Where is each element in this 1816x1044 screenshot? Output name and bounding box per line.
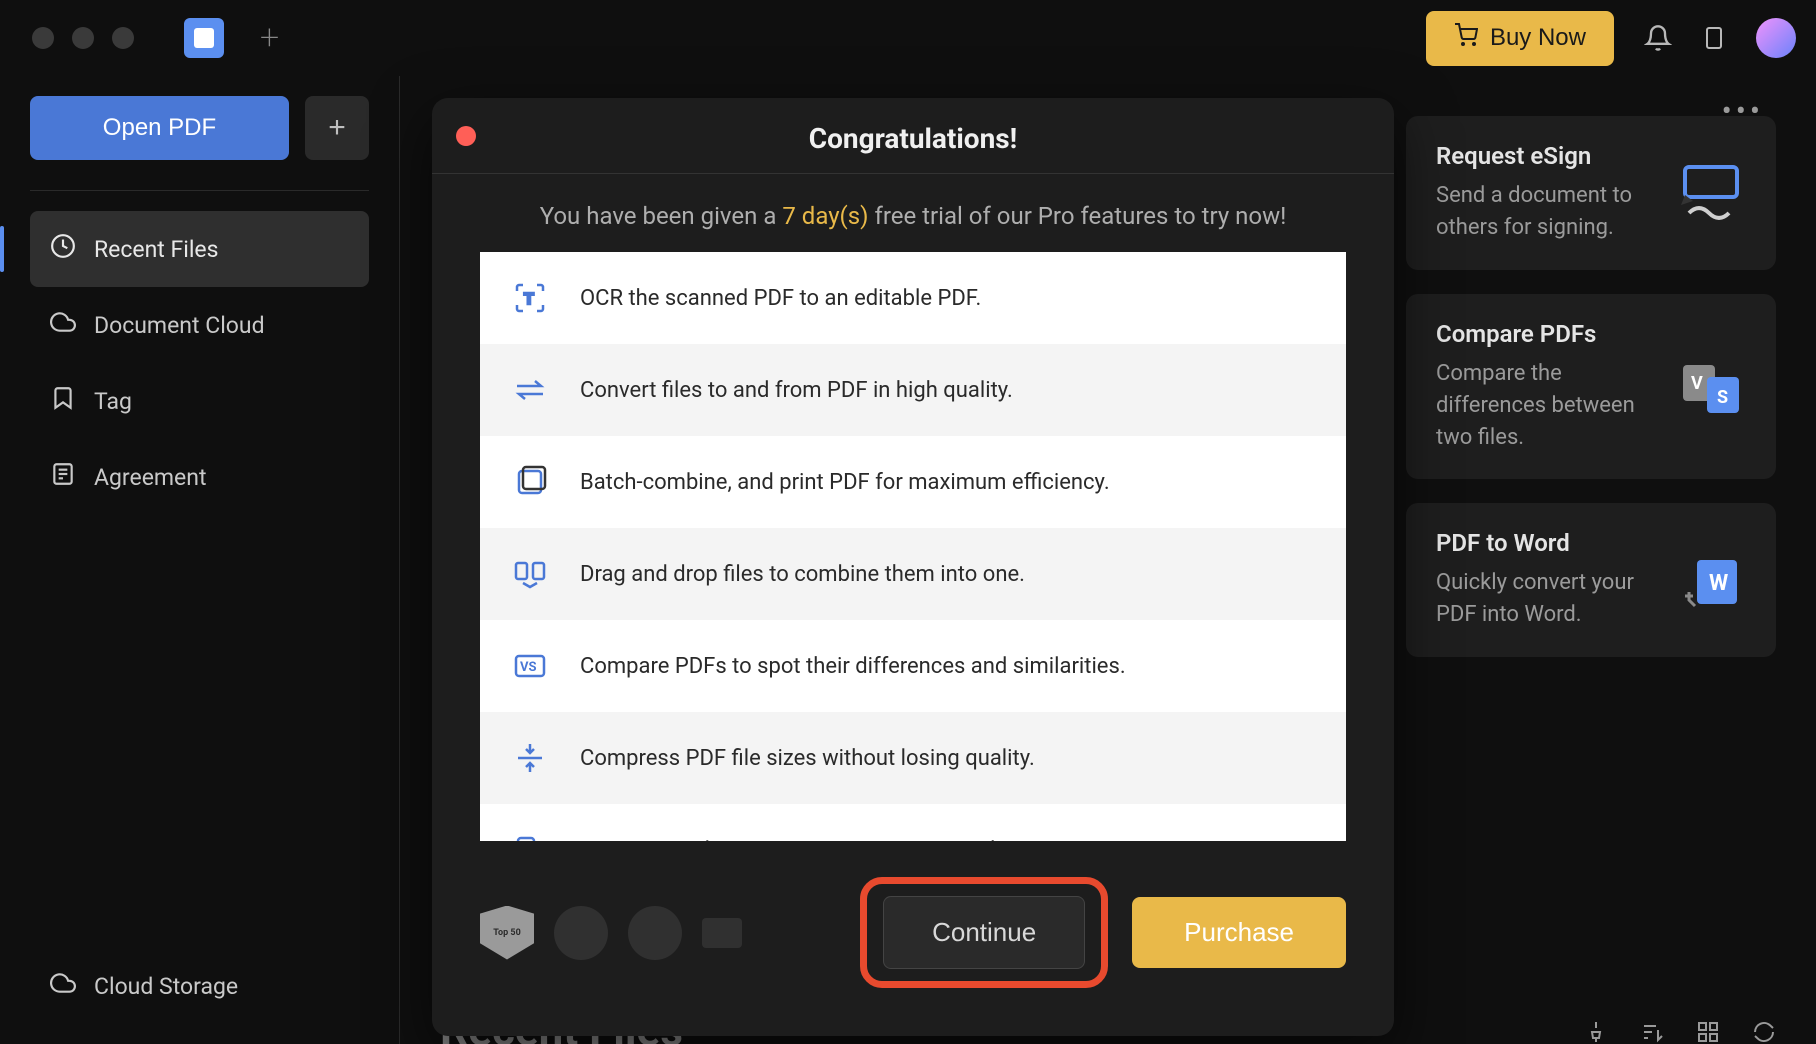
- app-logo-icon: [184, 18, 224, 58]
- batch-icon: [510, 462, 550, 502]
- window-controls: [32, 27, 134, 49]
- modal-footer: Top 50 Continue Purchase: [432, 841, 1394, 1036]
- feature-cards: Request eSign Send a document to others …: [1406, 116, 1776, 657]
- feature-row-compress: Compress PDF file sizes without losing q…: [480, 712, 1346, 804]
- sidebar-item-label: Agreement: [94, 464, 206, 491]
- svg-text:VS: VS: [520, 660, 537, 675]
- pin-icon[interactable]: [1584, 1020, 1608, 1044]
- modal-close-button[interactable]: [456, 126, 476, 146]
- sidebar-item-cloud-storage[interactable]: Cloud Storage: [30, 948, 369, 1024]
- esign-icon: [1676, 142, 1746, 244]
- compare-icon: VS: [1676, 320, 1746, 454]
- sidebar: Open PDF + Recent Files Document Cloud T…: [0, 76, 400, 1044]
- title-bar: + Buy Now: [0, 0, 1816, 76]
- word-icon: W: [1676, 529, 1746, 631]
- sidebar-item-label: Cloud Storage: [94, 973, 238, 1000]
- refresh-icon[interactable]: [1752, 1020, 1776, 1044]
- combine-icon: [510, 554, 550, 594]
- mobile-icon[interactable]: [1702, 24, 1726, 52]
- svg-text:V: V: [1691, 373, 1703, 394]
- svg-text:T: T: [524, 291, 534, 308]
- grid-icon[interactable]: [1696, 1020, 1720, 1044]
- sort-icon[interactable]: [1640, 1020, 1664, 1044]
- user-avatar[interactable]: [1756, 18, 1796, 58]
- feature-row-convert: Convert files to and from PDF in high qu…: [480, 344, 1346, 436]
- clock-icon: [50, 233, 76, 265]
- modal-subtitle: You have been given a 7 day(s) free tria…: [432, 174, 1394, 252]
- card-compare-pdfs[interactable]: Compare PDFs Compare the differences bet…: [1406, 294, 1776, 480]
- feature-row-batch: Batch-combine, and print PDF for maximum…: [480, 436, 1346, 528]
- badge-iso-icon: [628, 906, 682, 960]
- feature-text: Compress PDF file sizes without losing q…: [580, 746, 1035, 771]
- feature-row-extract: Extract or Split any pages to suit your …: [480, 804, 1346, 841]
- card-desc: Quickly convert your PDF into Word.: [1436, 567, 1656, 631]
- sidebar-item-label: Tag: [94, 388, 132, 415]
- feature-row-compare: VS Compare PDFs to spot their difference…: [480, 620, 1346, 712]
- feature-text: Batch-combine, and print PDF for maximum…: [580, 470, 1110, 495]
- cart-icon: [1454, 23, 1478, 54]
- card-desc: Send a document to others for signing.: [1436, 180, 1656, 244]
- view-controls: [1584, 1020, 1776, 1044]
- trial-modal: Congratulations! You have been given a 7…: [432, 98, 1394, 1036]
- feature-list: T OCR the scanned PDF to an editable PDF…: [480, 252, 1346, 841]
- feature-text: Convert files to and from PDF in high qu…: [580, 378, 1013, 403]
- badge-award-icon: [554, 906, 608, 960]
- modal-title: Congratulations!: [809, 122, 1018, 155]
- sidebar-item-tag[interactable]: Tag: [30, 363, 369, 439]
- card-title: PDF to Word: [1436, 529, 1656, 557]
- sidebar-item-recent-files[interactable]: Recent Files: [30, 211, 369, 287]
- modal-header: Congratulations!: [432, 98, 1394, 174]
- sidebar-divider: [30, 190, 369, 191]
- sidebar-item-agreement[interactable]: Agreement: [30, 439, 369, 515]
- trust-badges: Top 50: [480, 906, 836, 960]
- feature-text: Drag and drop files to combine them into…: [580, 562, 1025, 587]
- trial-duration: 7 day(s): [782, 202, 868, 230]
- document-icon: [50, 461, 76, 493]
- card-title: Compare PDFs: [1436, 320, 1656, 348]
- card-request-esign[interactable]: Request eSign Send a document to others …: [1406, 116, 1776, 270]
- sidebar-item-label: Recent Files: [94, 236, 219, 263]
- continue-button[interactable]: Continue: [883, 896, 1085, 969]
- window-close[interactable]: [32, 27, 54, 49]
- bookmark-icon: [50, 385, 76, 417]
- card-desc: Compare the differences between two file…: [1436, 358, 1656, 454]
- feature-text: Extract or Split any pages to suit your …: [580, 838, 1013, 842]
- card-pdf-to-word[interactable]: PDF to Word Quickly convert your PDF int…: [1406, 503, 1776, 657]
- buy-now-button[interactable]: Buy Now: [1426, 11, 1614, 66]
- window-maximize[interactable]: [112, 27, 134, 49]
- card-title: Request eSign: [1436, 142, 1656, 170]
- feature-text: OCR the scanned PDF to an editable PDF.: [580, 286, 981, 311]
- vs-icon: VS: [510, 646, 550, 686]
- compress-icon: [510, 738, 550, 778]
- new-file-button[interactable]: +: [305, 96, 369, 160]
- buy-now-label: Buy Now: [1490, 24, 1586, 52]
- feature-list-scroll[interactable]: T OCR the scanned PDF to an editable PDF…: [480, 252, 1346, 841]
- app-tab-bar: +: [184, 18, 279, 58]
- notifications-icon[interactable]: [1644, 24, 1672, 52]
- feature-row-drag-drop: Drag and drop files to combine them into…: [480, 528, 1346, 620]
- sidebar-item-label: Document Cloud: [94, 312, 265, 339]
- cloud-icon: [50, 970, 76, 1002]
- svg-text:W: W: [1709, 571, 1728, 596]
- badge-top50: Top 50: [480, 906, 534, 960]
- cloud-icon: [50, 309, 76, 341]
- ocr-icon: T: [510, 278, 550, 318]
- feature-row-ocr: T OCR the scanned PDF to an editable PDF…: [480, 252, 1346, 344]
- convert-icon: [510, 370, 550, 410]
- add-tab-button[interactable]: +: [260, 18, 279, 58]
- sidebar-item-document-cloud[interactable]: Document Cloud: [30, 287, 369, 363]
- feature-text: Compare PDFs to spot their differences a…: [580, 654, 1126, 679]
- window-minimize[interactable]: [72, 27, 94, 49]
- badge-cert-icon: [702, 918, 742, 948]
- open-pdf-button[interactable]: Open PDF: [30, 96, 289, 160]
- svg-text:S: S: [1717, 387, 1728, 408]
- continue-highlight: Continue: [860, 877, 1108, 988]
- extract-icon: [510, 830, 550, 841]
- purchase-button[interactable]: Purchase: [1132, 897, 1346, 968]
